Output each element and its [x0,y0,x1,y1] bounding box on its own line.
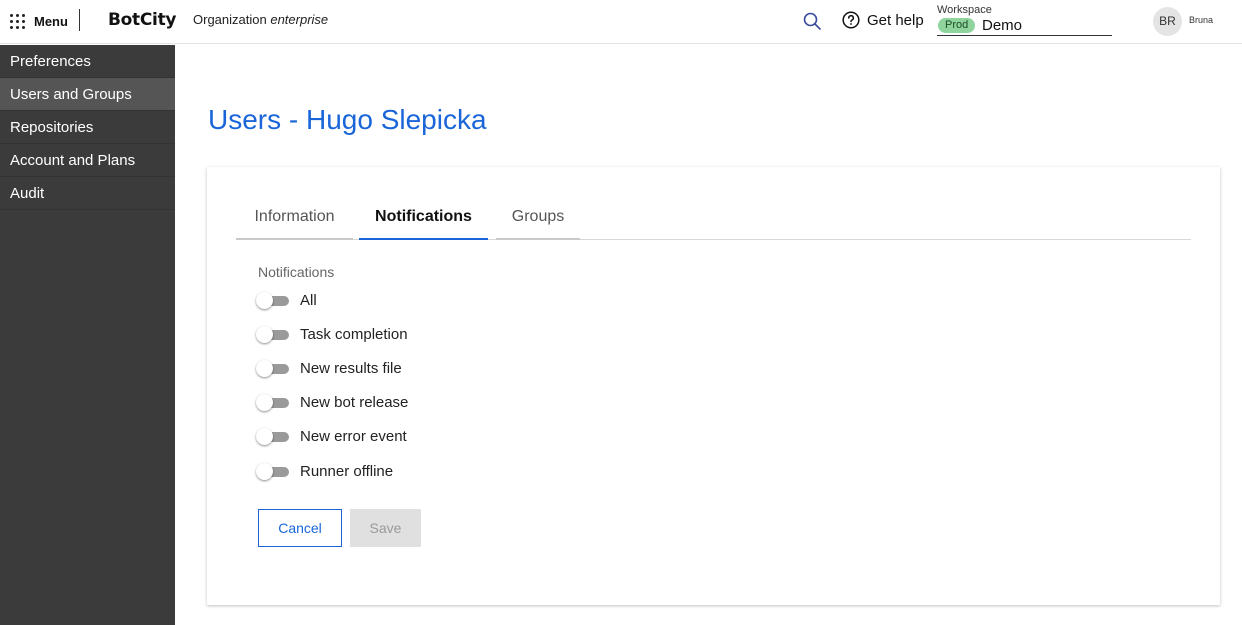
user-name[interactable]: Bruna [1189,15,1213,25]
organization-name: enterprise [270,12,329,27]
sidebar-item-users-and-groups[interactable]: Users and Groups [0,78,175,111]
toggle-row-new-bot-release[interactable]: New bot release [256,390,408,414]
apps-grid-icon [10,13,25,29]
sidebar-item-repositories[interactable]: Repositories [0,111,175,144]
toggle-row-runner-offline[interactable]: Runner offline [256,459,393,483]
toggle-label: New bot release [300,393,409,411]
workspace-label: Workspace [937,4,992,16]
tab-notifications[interactable]: Notifications [359,200,488,240]
toggle-switch-all[interactable] [256,290,290,310]
toggle-row-all[interactable]: All [256,288,317,312]
get-help-button[interactable]: Get help [842,11,924,29]
workspace-name: Demo [982,17,1023,34]
toggle-switch-new-error-event[interactable] [256,426,290,446]
toggle-label: New error event [300,427,407,445]
toggle-switch-task-completion[interactable] [256,324,290,344]
toggle-label: New results file [300,359,402,377]
sidebar-item-account-and-plans[interactable]: Account and Plans [0,144,175,177]
user-detail-card: Information Notifications Groups Notific… [207,167,1220,605]
workspace-env-badge: Prod [938,18,976,33]
get-help-label: Get help [867,11,924,29]
search-icon[interactable] [802,11,822,31]
brand-logo[interactable]: BotCity [108,10,176,30]
header-divider [79,9,80,31]
notifications-heading: Notifications [258,264,335,280]
toggle-row-new-results-file[interactable]: New results file [256,356,402,380]
sidebar: Preferences Users and Groups Repositorie… [0,45,175,625]
workspace-selector[interactable]: Workspace Prod Demo [937,4,1112,36]
sidebar-item-audit[interactable]: Audit [0,177,175,210]
menu-label: Menu [34,13,68,29]
sidebar-item-preferences[interactable]: Preferences [0,45,175,78]
toggle-label: All [300,291,317,309]
tab-information[interactable]: Information [236,200,353,240]
toggle-row-task-completion[interactable]: Task completion [256,322,408,346]
toggle-row-new-error-event[interactable]: New error event [256,424,407,448]
cancel-button[interactable]: Cancel [258,509,342,547]
help-circle-icon [842,11,860,29]
toggle-label: Runner offline [300,462,394,480]
page-title: Users - Hugo Slepicka [208,104,487,135]
toggle-switch-new-results-file[interactable] [256,358,290,378]
menu-button[interactable]: Menu [10,11,68,31]
organization-label: Organization enterprise [193,12,328,27]
toggle-switch-new-bot-release[interactable] [256,392,290,412]
top-bar: Menu BotCity Organization enterprise Get… [0,0,1242,44]
save-button[interactable]: Save [350,509,421,547]
tab-groups[interactable]: Groups [496,200,580,240]
organization-prefix: Organization [193,12,267,27]
user-avatar[interactable]: BR [1153,7,1182,36]
toggle-label: Task completion [300,325,408,343]
tab-bar: Information Notifications Groups [236,200,1191,240]
toggle-switch-runner-offline[interactable] [256,461,290,481]
